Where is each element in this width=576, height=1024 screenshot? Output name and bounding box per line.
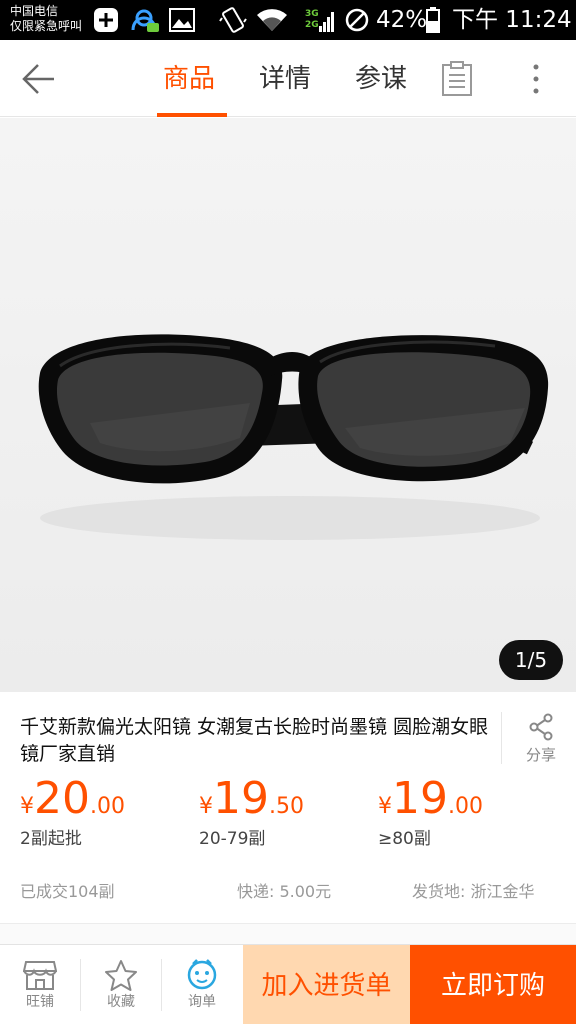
ship-from-location: 发货地: 浙江金华 — [412, 882, 535, 901]
tab-advisor[interactable]: 参谋 — [355, 62, 407, 96]
emergency-only-text: 仅限紧急呼叫 — [10, 19, 83, 33]
tab-product[interactable]: 商品 — [163, 62, 215, 96]
price-decimal: .50 — [269, 794, 304, 819]
tier-price: ¥19.50 — [199, 774, 304, 824]
buy-now-button[interactable]: 立即订购 — [410, 945, 576, 1024]
sunglasses-product-image — [38, 334, 549, 540]
product-title: 千艾新款偏光太阳镜 女潮复古长脸时尚墨镜 圆脸潮女眼镜厂家直销 — [20, 716, 489, 765]
top-nav-bar: 商品 详情 参谋 — [0, 40, 576, 117]
tier-quantity: 2副起批 — [20, 829, 82, 849]
tab-details[interactable]: 详情 — [259, 62, 311, 96]
network-type-label: 3G 2G — [305, 9, 319, 31]
signal-icon — [318, 6, 336, 34]
add-to-purchase-list-button[interactable]: 加入进货单 — [243, 945, 410, 1024]
bottom-action-bar: 旺铺 收藏 询单 加入进货单 立即订购 — [0, 944, 576, 1024]
assistant-notification-icon — [128, 6, 162, 34]
chat-bubble-icon — [187, 959, 217, 990]
tier-quantity: ≥80副 — [378, 829, 431, 849]
more-menu-icon[interactable] — [524, 61, 548, 97]
section-gap — [0, 924, 576, 944]
tier-price: ¥19.00 — [378, 774, 483, 824]
tier-price: ¥20.00 — [20, 774, 125, 824]
price-integer: 20 — [34, 773, 90, 824]
currency-symbol: ¥ — [378, 794, 392, 819]
price-tier-2: ¥19.50 20-79副 — [199, 774, 304, 864]
price-decimal: .00 — [448, 794, 483, 819]
gallery-notification-icon — [168, 6, 196, 34]
network-3g-label: 3G — [305, 9, 319, 19]
battery-icon — [425, 6, 441, 34]
carrier-name: 中国电信 — [10, 4, 59, 18]
price-integer: 19 — [392, 773, 448, 824]
price-tier-1: ¥20.00 2副起批 — [20, 774, 125, 864]
shipping-fee: 快递: 5.00元 — [237, 882, 332, 901]
currency-symbol: ¥ — [20, 794, 34, 819]
carrier-info: 中国电信 仅限紧急呼叫 — [10, 4, 82, 34]
star-icon — [105, 960, 137, 991]
share-label: 分享 — [525, 746, 556, 764]
product-image-gallery[interactable] — [0, 118, 576, 692]
price-decimal: .00 — [90, 794, 125, 819]
price-integer: 19 — [213, 773, 269, 824]
network-2g-label: 2G — [305, 20, 319, 30]
clipboard-icon[interactable] — [441, 61, 473, 97]
share-icon — [512, 712, 570, 744]
share-button[interactable]: 分享 — [512, 712, 570, 768]
tier-quantity: 20-79副 — [199, 829, 266, 849]
status-bar: 中国电信 仅限紧急呼叫 3G 2G 42% 下午 11:24 — [0, 0, 576, 40]
shop-button[interactable]: 旺铺 — [0, 945, 80, 1024]
back-arrow-icon[interactable] — [18, 59, 58, 99]
sold-count: 已成交104副 — [20, 882, 115, 901]
do-not-disturb-icon — [344, 6, 370, 34]
share-divider — [501, 712, 502, 764]
battery-percent: 42% — [376, 7, 428, 33]
shop-icon — [23, 961, 57, 990]
favorite-button[interactable]: 收藏 — [81, 945, 161, 1024]
add-notification-icon — [92, 6, 120, 34]
shop-label: 旺铺 — [26, 994, 54, 1010]
active-tab-indicator — [157, 113, 227, 117]
wifi-icon — [254, 6, 290, 34]
favorite-label: 收藏 — [107, 994, 135, 1010]
currency-symbol: ¥ — [199, 794, 213, 819]
gallery-page-indicator: 1/5 — [499, 640, 563, 680]
inquiry-button[interactable]: 询单 — [162, 945, 242, 1024]
vibrate-icon — [218, 6, 248, 34]
clock: 下午 11:24 — [452, 7, 572, 33]
price-tier-3: ¥19.00 ≥80副 — [378, 774, 483, 864]
inquiry-label: 询单 — [188, 994, 216, 1010]
